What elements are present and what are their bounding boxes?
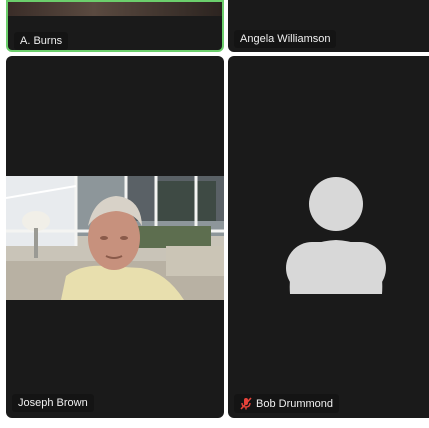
participant-name-label: A. Burns bbox=[14, 32, 69, 50]
participant-video bbox=[8, 2, 222, 16]
participant-tile-joseph-brown[interactable]: Joseph Brown bbox=[6, 56, 224, 418]
participant-name: A. Burns bbox=[20, 35, 63, 47]
participant-name: Angela Williamson bbox=[240, 33, 331, 45]
participant-name-label: Bob Drummond bbox=[234, 394, 340, 413]
participant-tile-angela-williamson[interactable]: Angela Williamson bbox=[228, 0, 429, 52]
participant-name: Joseph Brown bbox=[18, 397, 88, 409]
participant-video bbox=[6, 176, 224, 300]
participant-name-label: Angela Williamson bbox=[234, 30, 337, 48]
avatar-placeholder-icon bbox=[286, 177, 386, 294]
participant-tile-bob-drummond[interactable]: Bob Drummond bbox=[228, 56, 429, 418]
participant-name-label: Joseph Brown bbox=[12, 394, 94, 412]
video-feed-image bbox=[6, 176, 224, 300]
participant-tile-a-burns[interactable]: A. Burns bbox=[6, 0, 224, 52]
participant-name: Bob Drummond bbox=[256, 397, 334, 410]
muted-microphone-icon bbox=[240, 397, 252, 410]
video-grid: A. Burns Angela Williamson Joseph Brown … bbox=[0, 0, 429, 428]
